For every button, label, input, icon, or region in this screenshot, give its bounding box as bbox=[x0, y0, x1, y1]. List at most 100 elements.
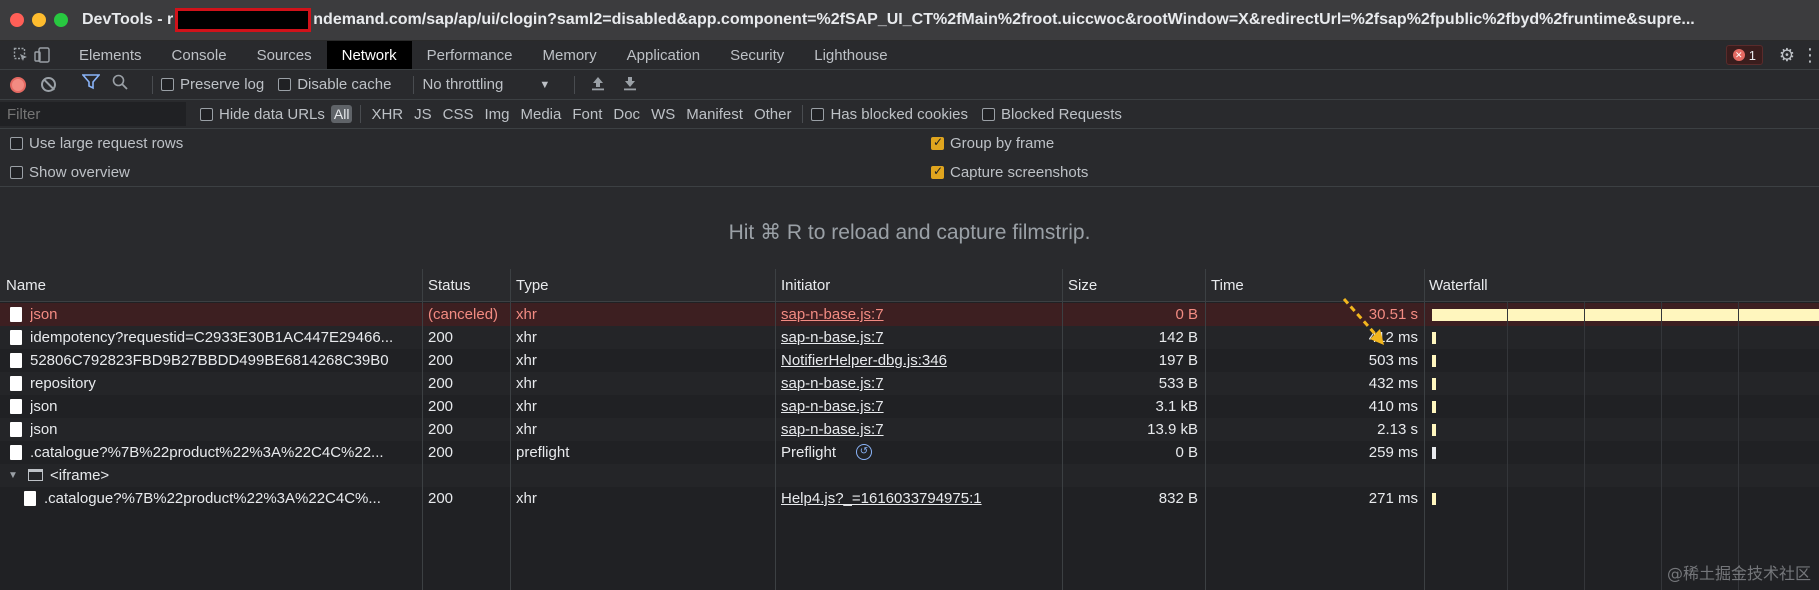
devtools-tab-bar: Elements Console Sources Network Performance… bbox=[0, 41, 1819, 70]
request-status: 200 bbox=[428, 490, 454, 507]
waterfall-bar bbox=[1432, 401, 1436, 413]
settings-gear-icon[interactable]: ⚙ bbox=[1773, 41, 1801, 69]
close-window-button[interactable] bbox=[10, 13, 24, 27]
tab-memory[interactable]: Memory bbox=[528, 41, 612, 69]
table-row[interactable]: idempotency?requestid=C2933E30B1AC447E29… bbox=[0, 326, 1819, 349]
request-initiator[interactable]: Preflight bbox=[781, 444, 836, 461]
column-header-size[interactable]: Size bbox=[1068, 277, 1097, 294]
large-rows-label: Use large request rows bbox=[29, 135, 184, 152]
table-row[interactable]: json 200 xhr sap-n-base.js:7 3.1 kB 410 ms bbox=[0, 395, 1819, 418]
request-type: xhr bbox=[516, 352, 537, 369]
file-icon bbox=[10, 307, 22, 322]
error-count-badge[interactable]: ✕ 1 bbox=[1725, 45, 1763, 65]
preflight-icon[interactable]: ↺ bbox=[856, 444, 872, 460]
filter-input[interactable] bbox=[0, 102, 186, 126]
filter-type-other[interactable]: Other bbox=[754, 106, 792, 123]
import-har-icon[interactable] bbox=[591, 75, 605, 95]
blocked-requests-checkbox[interactable] bbox=[982, 107, 996, 121]
filter-type-ws[interactable]: WS bbox=[651, 106, 675, 123]
capture-screenshots-label: Capture screenshots bbox=[950, 164, 1089, 181]
window-title-url: ndemand.com/sap/ap/ui/clogin?saml2=disab… bbox=[313, 11, 1695, 28]
throttling-select[interactable]: No throttling ▼ bbox=[422, 76, 550, 93]
tab-lighthouse[interactable]: Lighthouse bbox=[799, 41, 902, 69]
tab-elements[interactable]: Elements bbox=[64, 41, 157, 69]
expand-arrow-icon[interactable]: ▼ bbox=[8, 470, 18, 481]
preserve-log-label: Preserve log bbox=[180, 76, 265, 93]
large-rows-checkbox[interactable] bbox=[10, 137, 23, 150]
more-options-icon[interactable]: ⋮ bbox=[1801, 41, 1819, 69]
frame-group-row[interactable]: ▼ <iframe> bbox=[0, 464, 1819, 487]
large-rows-setting[interactable]: Use large request rows bbox=[10, 135, 183, 152]
record-button[interactable] bbox=[10, 76, 26, 93]
table-row[interactable]: .catalogue?%7B%22product%22%3A%22C4C%22.… bbox=[0, 441, 1819, 464]
table-row[interactable]: repository 200 xhr sap-n-base.js:7 533 B 432 … bbox=[0, 372, 1819, 395]
has-blocked-cookies-label: Has blocked cookies bbox=[830, 105, 969, 123]
waterfall-bar bbox=[1432, 424, 1436, 436]
request-initiator[interactable]: sap-n-base.js:7 bbox=[781, 329, 1051, 346]
request-name: .catalogue?%7B%22product%22%3A%22C4C%... bbox=[44, 490, 381, 507]
request-initiator[interactable]: NotifierHelper-dbg.js:346 bbox=[781, 352, 1051, 369]
preserve-log-checkbox[interactable] bbox=[161, 78, 174, 91]
request-size: 197 B bbox=[1158, 352, 1198, 369]
clear-icon[interactable] bbox=[41, 77, 56, 92]
column-header-status[interactable]: Status bbox=[428, 277, 471, 294]
tab-performance[interactable]: Performance bbox=[412, 41, 528, 69]
filter-type-css[interactable]: CSS bbox=[443, 106, 474, 123]
request-initiator[interactable]: sap-n-base.js:7 bbox=[781, 421, 1051, 438]
request-initiator[interactable]: sap-n-base.js:7 bbox=[781, 375, 1051, 392]
table-row[interactable]: 52806C792823FBD9B27BBDD499BE6814268C39B0… bbox=[0, 349, 1819, 372]
column-header-time[interactable]: Time bbox=[1211, 277, 1244, 294]
filter-type-js[interactable]: JS bbox=[414, 106, 432, 123]
column-header-initiator[interactable]: Initiator bbox=[781, 277, 830, 294]
minimize-window-button[interactable] bbox=[32, 13, 46, 27]
file-icon bbox=[10, 330, 22, 345]
device-toolbar-icon[interactable] bbox=[32, 41, 54, 69]
file-icon bbox=[10, 445, 22, 460]
show-overview-setting[interactable]: Show overview bbox=[10, 164, 130, 181]
filter-type-manifest[interactable]: Manifest bbox=[686, 106, 743, 123]
tab-sources[interactable]: Sources bbox=[242, 41, 327, 69]
table-row[interactable]: json (canceled) xhr sap-n-base.js:7 0 B 30.51… bbox=[0, 303, 1819, 326]
has-blocked-cookies-checkbox[interactable] bbox=[811, 107, 825, 121]
filter-type-doc[interactable]: Doc bbox=[613, 106, 640, 123]
request-status: (canceled) bbox=[428, 306, 499, 323]
request-type: xhr bbox=[516, 398, 537, 415]
filter-type-media[interactable]: Media bbox=[521, 106, 562, 123]
request-initiator[interactable]: Help4.js?_=1616033794975:1 bbox=[781, 490, 1051, 507]
column-header-waterfall[interactable]: Waterfall bbox=[1429, 277, 1488, 294]
dropdown-arrow-icon: ▼ bbox=[539, 78, 551, 91]
show-overview-checkbox[interactable] bbox=[10, 166, 23, 179]
column-header-type[interactable]: Type bbox=[516, 277, 549, 294]
filter-all-button[interactable]: All bbox=[330, 105, 353, 123]
filter-type-xhr[interactable]: XHR bbox=[371, 106, 403, 123]
capture-screenshots-checkbox[interactable] bbox=[931, 164, 944, 179]
request-initiator[interactable]: sap-n-base.js:7 bbox=[781, 306, 1051, 323]
request-time: 410 ms bbox=[1368, 398, 1418, 415]
tab-network[interactable]: Network bbox=[326, 41, 412, 69]
request-initiator[interactable]: sap-n-base.js:7 bbox=[781, 398, 1051, 415]
capture-screenshots-setting[interactable]: Capture screenshots bbox=[931, 164, 1088, 181]
filter-type-img[interactable]: Img bbox=[484, 106, 509, 123]
request-time: 259 ms bbox=[1368, 444, 1418, 461]
export-har-icon[interactable] bbox=[623, 75, 637, 95]
hide-data-urls-checkbox[interactable] bbox=[200, 107, 213, 121]
group-by-frame-setting[interactable]: Group by frame bbox=[931, 135, 1054, 152]
table-row[interactable]: .catalogue?%7B%22product%22%3A%22C4C%...… bbox=[0, 487, 1819, 510]
request-status: 200 bbox=[428, 375, 454, 392]
tab-security[interactable]: Security bbox=[715, 41, 799, 69]
error-count: 1 bbox=[1748, 47, 1756, 63]
request-name: idempotency?requestid=C2933E30B1AC447E29… bbox=[30, 329, 394, 346]
filter-type-font[interactable]: Font bbox=[572, 106, 602, 123]
disable-cache-checkbox[interactable] bbox=[278, 78, 292, 91]
request-time: 271 ms bbox=[1368, 490, 1418, 507]
filter-icon[interactable] bbox=[81, 74, 101, 95]
table-row[interactable]: json 200 xhr sap-n-base.js:7 13.9 kB 2.13 s bbox=[0, 418, 1819, 441]
blocked-requests-label: Blocked Requests bbox=[1001, 105, 1122, 123]
column-header-name[interactable]: Name bbox=[6, 277, 46, 294]
search-icon[interactable] bbox=[112, 74, 128, 95]
inspect-element-icon[interactable] bbox=[10, 41, 32, 69]
tab-console[interactable]: Console bbox=[157, 41, 242, 69]
maximize-window-button[interactable] bbox=[54, 13, 68, 27]
tab-application[interactable]: Application bbox=[612, 41, 715, 69]
group-by-frame-checkbox[interactable] bbox=[931, 135, 944, 150]
